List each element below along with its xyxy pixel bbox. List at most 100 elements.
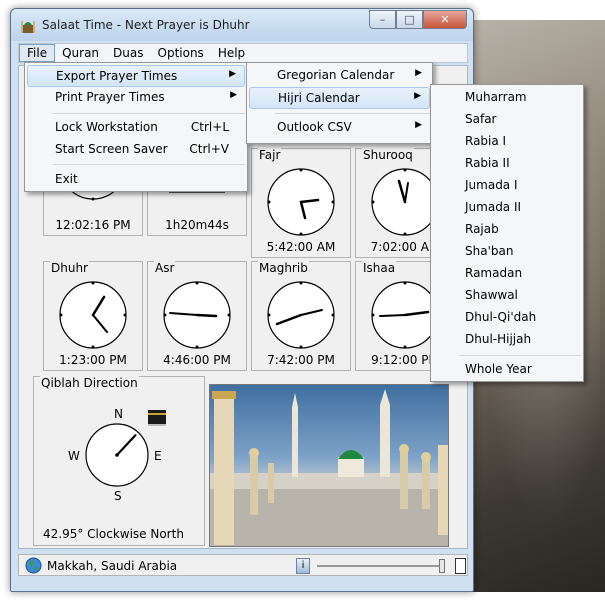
dhuhr-panel: Dhuhr 1:23:00 PM xyxy=(43,261,143,371)
green-dome xyxy=(338,450,364,459)
status-bar: Makkah, Saudi Arabia i xyxy=(18,554,468,576)
gregorian-label: Gregorian Calendar xyxy=(277,68,395,82)
month-label: Jumada II xyxy=(465,200,522,214)
lock-shortcut: Ctrl+L xyxy=(190,120,229,134)
menu-month-safar[interactable]: Safar xyxy=(433,109,581,131)
globe-icon xyxy=(25,557,42,574)
maghrib-name: Maghrib xyxy=(258,261,309,275)
location-text: Makkah, Saudi Arabia xyxy=(47,559,178,573)
menu-exit[interactable]: Exit xyxy=(27,169,245,191)
screensaver-label: Start Screen Saver xyxy=(55,142,168,156)
maximize-button[interactable]: □ xyxy=(396,10,423,29)
close-icon: ✕ xyxy=(440,13,450,26)
asr-time: 4:46:00 PM xyxy=(163,353,231,367)
info-icon[interactable]: i xyxy=(296,558,310,574)
current-time-label: 12:02:16 PM xyxy=(55,218,131,232)
fajr-name: Fajr xyxy=(258,148,282,162)
mosque-app-icon xyxy=(21,21,35,33)
asr-name: Asr xyxy=(154,261,176,275)
month-label: Safar xyxy=(465,112,497,126)
mosque-photo xyxy=(209,384,449,547)
menu-month-rabia-i[interactable]: Rabia I xyxy=(433,131,581,153)
asr-clock xyxy=(163,281,231,349)
menu-whole-year[interactable]: Whole Year xyxy=(433,359,581,381)
minimize-icon: – xyxy=(379,13,386,26)
menu-gregorian-calendar[interactable]: Gregorian Calendar ▶ xyxy=(249,65,430,87)
asr-panel: Asr 4:46:00 PM xyxy=(147,261,247,371)
month-label: Dhul-Qi'dah xyxy=(465,310,537,324)
volume-slider[interactable] xyxy=(317,565,445,567)
menu-month-dhul-hijjah[interactable]: Dhul-Hijjah xyxy=(433,329,581,351)
mosque-illustration xyxy=(210,389,448,546)
submenu-arrow-icon: ▶ xyxy=(229,69,236,79)
menu-month-dhul-qidah[interactable]: Dhul-Qi'dah xyxy=(433,307,581,329)
hijri-label: Hijri Calendar xyxy=(278,91,360,105)
compass-south: S xyxy=(114,489,122,503)
dhuhr-name: Dhuhr xyxy=(50,261,89,275)
menu-print-prayer-times[interactable]: Print Prayer Times ▶ xyxy=(27,87,245,109)
menu-quran[interactable]: Quran xyxy=(55,44,106,62)
menu-hijri-calendar[interactable]: Hijri Calendar ▶ xyxy=(249,87,430,109)
menu-export-prayer-times[interactable]: Export Prayer Times ▶ xyxy=(27,65,245,87)
maximize-icon: □ xyxy=(404,13,415,26)
qiblah-title: Qiblah Direction xyxy=(40,376,139,390)
menu-bar: File Quran Duas Options Help xyxy=(18,43,468,63)
status-box-icon[interactable] xyxy=(455,558,466,574)
menu-month-shawwal[interactable]: Shawwal xyxy=(433,285,581,307)
menu-separator xyxy=(275,113,430,114)
dhuhr-time: 1:23:00 PM xyxy=(59,353,127,367)
menu-outlook-csv[interactable]: Outlook CSV ▶ xyxy=(249,117,430,139)
submenu-arrow-icon: ▶ xyxy=(415,68,422,78)
close-button[interactable]: ✕ xyxy=(423,10,467,29)
menu-help[interactable]: Help xyxy=(211,44,252,62)
compass-north: N xyxy=(114,407,123,421)
volume-slider-thumb[interactable] xyxy=(439,559,445,573)
window-title: Salaat Time - Next Prayer is Dhuhr xyxy=(42,18,250,32)
month-label: Dhul-Hijjah xyxy=(465,332,532,346)
compass-east: E xyxy=(154,449,162,463)
file-menu: Export Prayer Times ▶ Print Prayer Times… xyxy=(24,62,248,192)
month-label: Sha'ban xyxy=(465,244,514,258)
submenu-arrow-icon: ▶ xyxy=(414,91,421,101)
submenu-arrow-icon: ▶ xyxy=(415,120,422,130)
countdown-label: 1h20m44s xyxy=(165,218,229,232)
title-bar[interactable]: Salaat Time - Next Prayer is Dhuhr – □ ✕ xyxy=(11,9,473,41)
maghrib-panel: Maghrib 7:42:00 PM xyxy=(251,261,351,371)
export-label: Export Prayer Times xyxy=(56,69,178,83)
fajr-clock xyxy=(267,168,335,236)
menu-start-screen-saver[interactable]: Start Screen Saver Ctrl+V xyxy=(27,139,245,161)
whole-year-label: Whole Year xyxy=(465,362,532,376)
menu-month-muharram[interactable]: Muharram xyxy=(433,87,581,109)
menu-month-rajab[interactable]: Rajab xyxy=(433,219,581,241)
dhuhr-clock xyxy=(59,281,127,349)
qiblah-panel: Qiblah Direction N S W E 42.95° Clockwis… xyxy=(33,376,205,546)
menu-duas[interactable]: Duas xyxy=(106,44,150,62)
menu-month-jumada-ii[interactable]: Jumada II xyxy=(433,197,581,219)
menu-options[interactable]: Options xyxy=(151,44,211,62)
month-label: Ramadan xyxy=(465,266,523,280)
menu-separator xyxy=(53,113,245,114)
month-label: Muharram xyxy=(465,90,527,104)
month-label: Shawwal xyxy=(465,288,518,302)
menu-month-jumada-i[interactable]: Jumada I xyxy=(433,175,581,197)
export-submenu: Gregorian Calendar ▶ Hijri Calendar ▶ Ou… xyxy=(246,62,433,144)
qiblah-compass xyxy=(85,423,149,487)
maghrib-time: 7:42:00 PM xyxy=(267,353,335,367)
month-label: Jumada I xyxy=(465,178,518,192)
fajr-panel: Fajr 5:42:00 AM xyxy=(251,148,351,258)
submenu-arrow-icon: ▶ xyxy=(230,90,237,100)
menu-lock-workstation[interactable]: Lock Workstation Ctrl+L xyxy=(27,117,245,139)
menu-month-ramadan[interactable]: Ramadan xyxy=(433,263,581,285)
lock-label: Lock Workstation xyxy=(55,120,158,134)
fajr-time: 5:42:00 AM xyxy=(266,240,336,254)
ishaa-name: Ishaa xyxy=(362,261,397,275)
menu-file[interactable]: File xyxy=(19,44,56,62)
exit-label: Exit xyxy=(55,172,78,186)
menu-month-rabia-ii[interactable]: Rabia II xyxy=(433,153,581,175)
minimize-button[interactable]: – xyxy=(369,10,396,29)
month-label: Rajab xyxy=(465,222,499,236)
maghrib-clock xyxy=(267,281,335,349)
qiblah-bearing-text: 42.95° Clockwise North xyxy=(43,527,184,541)
compass-west: W xyxy=(68,449,80,463)
menu-month-shaban[interactable]: Sha'ban xyxy=(433,241,581,263)
